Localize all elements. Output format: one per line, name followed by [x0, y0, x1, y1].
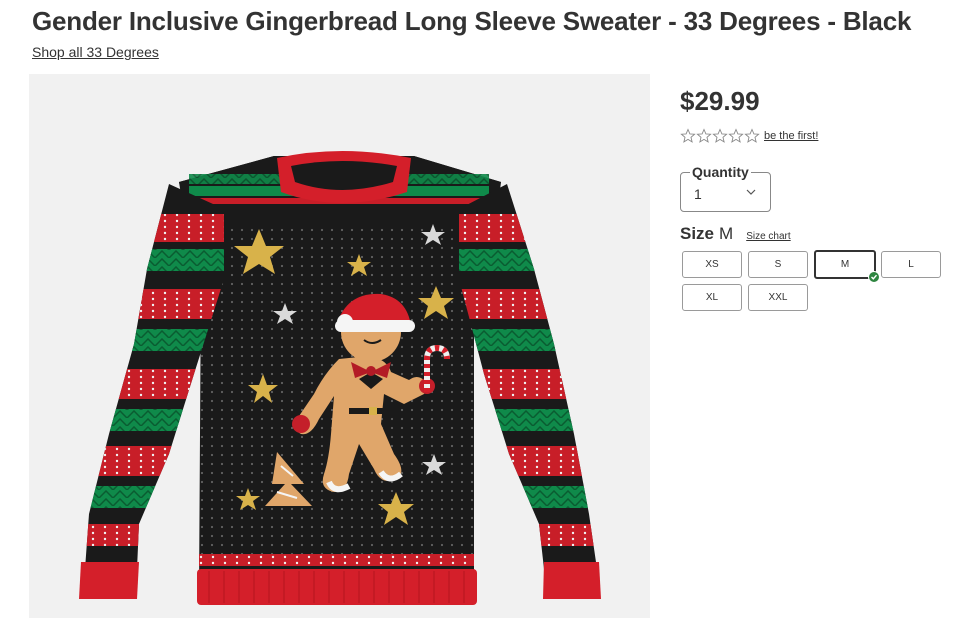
size-heading: Size M Size chart [680, 224, 791, 244]
shop-all-brand-link[interactable]: Shop all 33 Degrees [32, 44, 159, 60]
quantity-value: 1 [694, 186, 702, 202]
size-option-xxl[interactable]: XXL [748, 284, 808, 311]
price: $29.99 [680, 86, 760, 116]
size-option-m[interactable]: M [814, 250, 880, 283]
checkmark-icon [868, 271, 880, 283]
size-option-l[interactable]: L [881, 251, 941, 278]
selected-size-value: M [719, 224, 734, 243]
star-icon [696, 128, 712, 143]
quantity-select[interactable]: Quantity 1 [680, 164, 771, 212]
size-option-xl[interactable]: XL [682, 284, 742, 311]
size-label: Size [680, 224, 715, 243]
product-title: Gender Inclusive Gingerbread Long Sleeve… [32, 6, 912, 36]
star-icon [728, 128, 744, 143]
size-option-m-label: M [840, 259, 850, 270]
size-chart-link[interactable]: Size chart [746, 231, 790, 242]
star-icon [712, 128, 728, 143]
quantity-label: Quantity [690, 164, 751, 180]
star-icon [680, 128, 696, 143]
chevron-down-icon [746, 189, 756, 195]
size-option-s[interactable]: S [748, 251, 808, 278]
be-the-first-review-link[interactable]: be the first! [764, 130, 818, 142]
product-image[interactable] [29, 74, 650, 618]
star-rating[interactable] [680, 128, 760, 144]
star-icon [744, 128, 760, 143]
size-option-xs[interactable]: XS [682, 251, 742, 278]
rating-row: be the first! [680, 128, 818, 144]
